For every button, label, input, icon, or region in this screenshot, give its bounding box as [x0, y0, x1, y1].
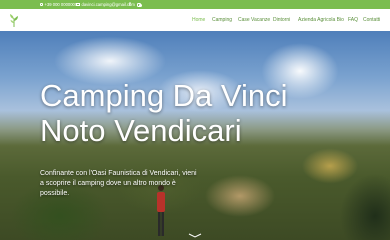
- nav-camping[interactable]: Camping: [212, 9, 232, 31]
- hero-banner: Camping Da Vinci Noto Vendicari Confinan…: [0, 31, 390, 240]
- nav-contatti[interactable]: Contatti: [363, 9, 380, 31]
- instagram-link[interactable]: [137, 0, 142, 9]
- hero-title-line2: Noto Vendicari: [40, 113, 242, 148]
- nav-azienda-agricola[interactable]: Azienda Agricola Bio: [298, 9, 344, 31]
- email-contact[interactable]: davinci.camping@gmail.com: [76, 0, 135, 9]
- instagram-icon: [137, 2, 142, 8]
- top-bar: +39 000 0000000 davinci.camping@gmail.co…: [0, 0, 390, 9]
- facebook-icon[interactable]: f: [129, 0, 131, 9]
- phone-icon: [40, 3, 43, 6]
- logo-icon[interactable]: [8, 12, 20, 28]
- phone-number[interactable]: +39 000 0000000: [45, 2, 78, 7]
- nav-home[interactable]: Home: [192, 9, 205, 31]
- nav-dintorni[interactable]: Dintorni: [273, 9, 290, 31]
- hero-title-line1: Camping Da Vinci: [40, 78, 288, 113]
- chevron-down-icon[interactable]: [187, 233, 203, 238]
- site-header: Home Camping Case Vacanze Dintorni Azien…: [0, 9, 390, 32]
- nav-case-vacanze[interactable]: Case Vacanze: [238, 9, 270, 31]
- hero-subtitle: Confinante con l'Oasi Faunistica di Vend…: [40, 170, 197, 197]
- mail-icon: [76, 3, 80, 6]
- phone-contact[interactable]: +39 000 0000000: [40, 0, 77, 9]
- hero-title: Camping Da Vinci Noto Vendicari: [40, 78, 370, 148]
- nav-faq[interactable]: FAQ: [348, 9, 358, 31]
- email-address[interactable]: davinci.camping@gmail.com: [82, 2, 135, 7]
